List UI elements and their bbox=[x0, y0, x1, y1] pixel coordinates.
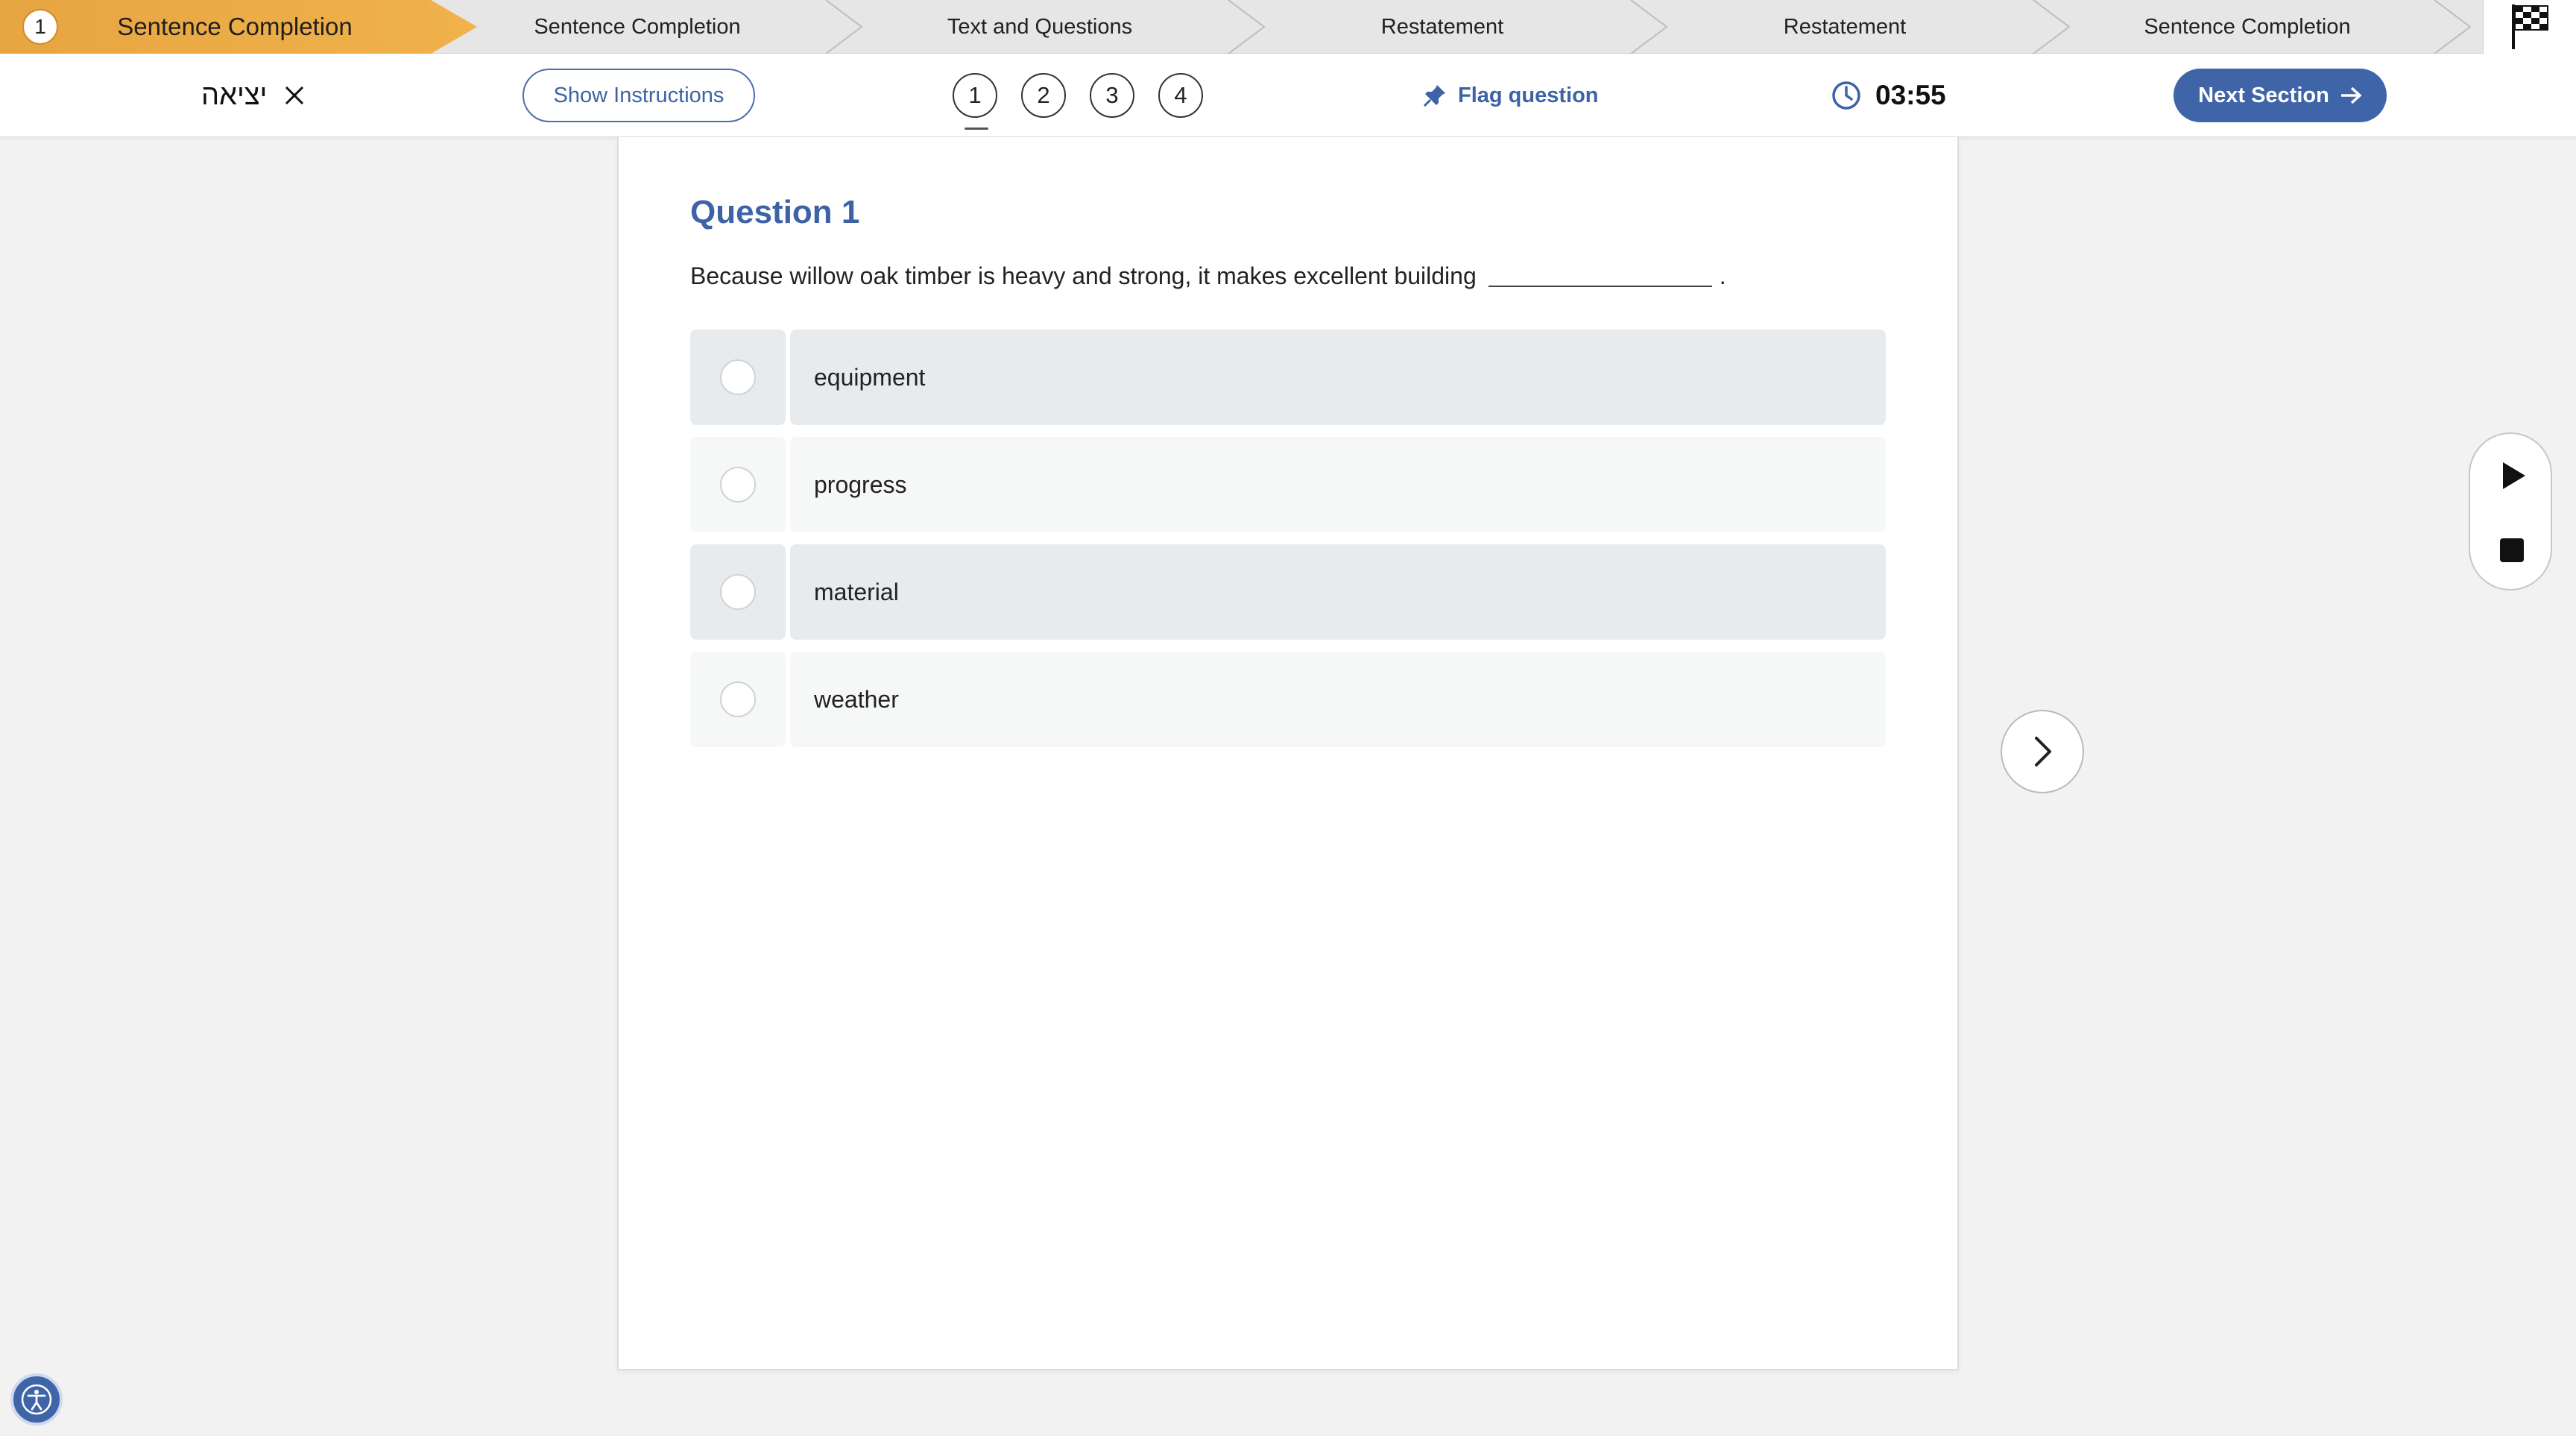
chevron-divider-icon bbox=[2434, 0, 2472, 54]
answer-blank bbox=[1488, 286, 1712, 287]
answer-option-2[interactable]: progress bbox=[690, 437, 1886, 532]
section-5[interactable]: Restatement bbox=[1670, 0, 2020, 54]
clock-icon bbox=[1832, 81, 1860, 110]
radio-cell[interactable] bbox=[690, 330, 786, 425]
question-navigator: 1 2 3 4 bbox=[953, 73, 1203, 130]
flag-question-button[interactable]: Flag question bbox=[1422, 75, 1599, 116]
radio-cell[interactable] bbox=[690, 652, 786, 747]
active-section-number: 1 bbox=[22, 9, 58, 45]
section-label: Restatement bbox=[1783, 14, 1907, 39]
section-4[interactable]: Restatement bbox=[1267, 0, 1617, 54]
radio-button[interactable] bbox=[720, 574, 756, 610]
chevron-right-icon bbox=[2035, 737, 2051, 766]
play-icon[interactable] bbox=[2498, 461, 2528, 491]
timer-value: 03:55 bbox=[1875, 80, 1946, 110]
question-number-4[interactable]: 4 bbox=[1158, 73, 1203, 118]
pin-icon bbox=[1423, 85, 1445, 107]
radio-button[interactable] bbox=[720, 359, 756, 395]
question-text: Because willow oak timber is heavy and s… bbox=[690, 262, 1726, 290]
question-sentence: Because willow oak timber is heavy and s… bbox=[690, 262, 1477, 289]
section-label: Text and Questions bbox=[947, 14, 1133, 39]
option-label[interactable]: equipment bbox=[790, 330, 1886, 425]
chevron-divider-icon bbox=[825, 0, 863, 54]
show-instructions-button[interactable]: Show Instructions bbox=[523, 69, 755, 122]
option-label[interactable]: progress bbox=[790, 437, 1886, 532]
radio-button[interactable] bbox=[720, 467, 756, 503]
section-label: Sentence Completion bbox=[2144, 14, 2351, 39]
section-label: Sentence Completion bbox=[534, 14, 741, 39]
audio-player bbox=[2469, 432, 2552, 591]
finish-marker bbox=[2483, 0, 2576, 54]
chevron-divider-icon bbox=[2033, 0, 2071, 54]
accessibility-icon bbox=[21, 1384, 52, 1415]
answer-option-1[interactable]: equipment bbox=[690, 330, 1886, 425]
next-section-label: Next Section bbox=[2198, 83, 2329, 107]
exit-label: יציאה bbox=[201, 79, 268, 111]
option-label[interactable]: material bbox=[790, 544, 1886, 640]
flag-question-label: Flag question bbox=[1458, 83, 1599, 107]
chevron-divider-icon bbox=[1228, 0, 1266, 54]
timer: 03:55 bbox=[1831, 75, 1946, 116]
question-title: Question 1 bbox=[690, 194, 860, 230]
stop-icon[interactable] bbox=[2500, 538, 2524, 562]
question-number-3[interactable]: 3 bbox=[1090, 73, 1134, 118]
section-label: Restatement bbox=[1380, 14, 1504, 39]
section-6[interactable]: Sentence Completion bbox=[2072, 0, 2422, 54]
question-number-2[interactable]: 2 bbox=[1021, 73, 1066, 118]
option-label[interactable]: weather bbox=[790, 652, 1886, 747]
section-label: Sentence Completion bbox=[117, 13, 353, 40]
checkered-flag-icon bbox=[2512, 4, 2548, 49]
question-number-1[interactable]: 1 bbox=[953, 73, 997, 130]
radio-cell[interactable] bbox=[690, 544, 786, 640]
exit-button[interactable]: יציאה bbox=[201, 75, 306, 116]
section-2[interactable]: Sentence Completion bbox=[462, 0, 812, 54]
chevron-divider-icon bbox=[1630, 0, 1668, 54]
answer-option-3[interactable]: material bbox=[690, 544, 1886, 640]
close-icon bbox=[285, 86, 304, 105]
question-sentence-end: . bbox=[1719, 262, 1726, 289]
section-3[interactable]: Text and Questions bbox=[865, 0, 1215, 54]
next-question-button[interactable] bbox=[2001, 710, 2084, 793]
question-card: Question 1 Because willow oak timber is … bbox=[617, 137, 1959, 1370]
radio-button[interactable] bbox=[720, 681, 756, 717]
toolbar: יציאה Show Instructions 1 2 3 4 Flag que… bbox=[0, 54, 2576, 137]
arrow-right-icon bbox=[2340, 86, 2362, 104]
answer-option-4[interactable]: weather bbox=[690, 652, 1886, 747]
next-section-button[interactable]: Next Section bbox=[2174, 69, 2387, 122]
section-progress-bar: 1 Sentence Completion Sentence Completio… bbox=[0, 0, 2576, 54]
accessibility-button[interactable] bbox=[10, 1373, 63, 1426]
radio-cell[interactable] bbox=[690, 437, 786, 532]
section-1[interactable]: Sentence Completion bbox=[67, 0, 402, 54]
